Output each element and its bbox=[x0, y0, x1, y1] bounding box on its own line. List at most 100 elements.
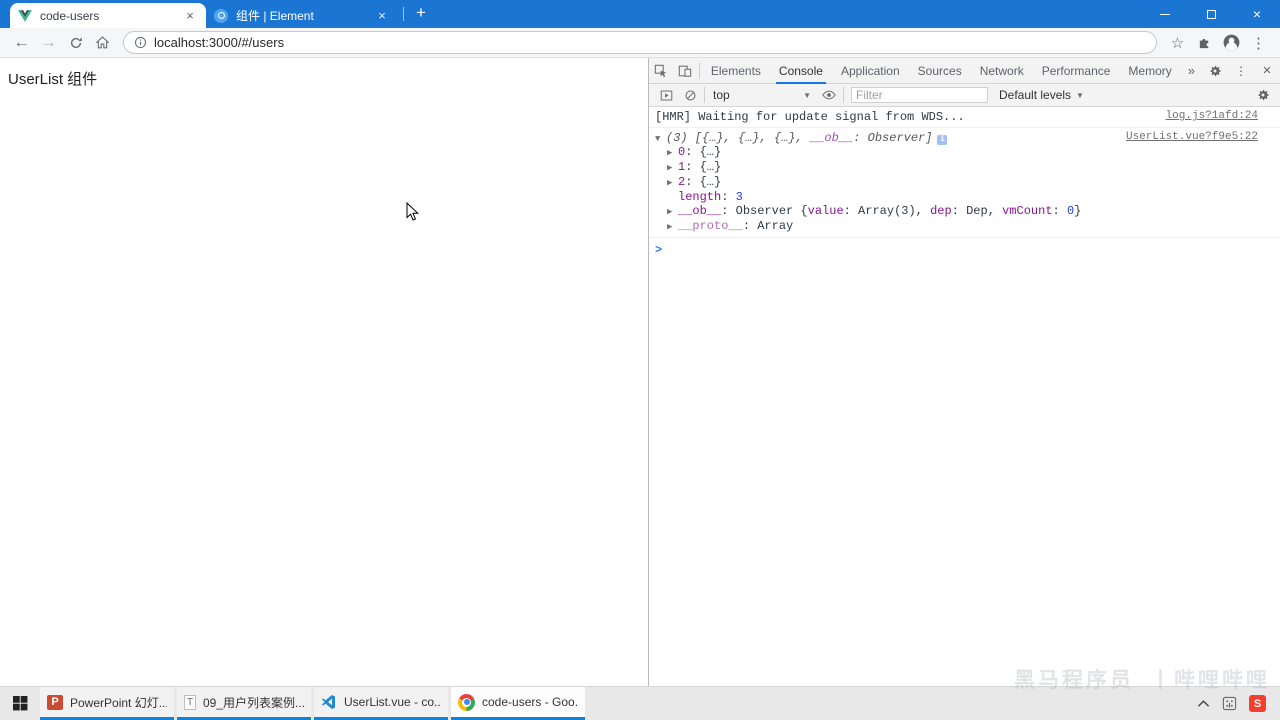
console-token: {…} bbox=[699, 175, 722, 189]
taskbar-item-powerpoint[interactable]: P PowerPoint 幻灯... bbox=[40, 687, 174, 720]
taskbar-item-label: 09_用户列表案例.... bbox=[203, 695, 304, 710]
browser-tab-code-users[interactable]: code-users × bbox=[10, 3, 206, 28]
console-token: : bbox=[685, 175, 700, 189]
console-token: __proto__ bbox=[678, 219, 743, 233]
console-token: __ob__ bbox=[810, 131, 854, 145]
taskbar-item-vscode[interactable]: UserList.vue - co... bbox=[314, 687, 448, 720]
windows-taskbar: P PowerPoint 幻灯... T 09_用户列表案例.... UserList.… bbox=[0, 686, 1280, 720]
devtools-tab-network[interactable]: Network bbox=[971, 58, 1033, 83]
new-tab-button[interactable]: + bbox=[409, 2, 433, 26]
inspect-element-icon[interactable] bbox=[649, 58, 673, 83]
expand-arrow-icon[interactable]: ▶ bbox=[667, 205, 678, 219]
browser-menu-icon[interactable]: ⋮ bbox=[1245, 30, 1272, 56]
tray-chevron-up-icon[interactable] bbox=[1197, 699, 1210, 708]
expand-arrow-icon[interactable]: ▼ bbox=[655, 134, 666, 144]
more-panels-button[interactable]: » bbox=[1181, 63, 1202, 78]
back-button[interactable]: ← bbox=[8, 30, 35, 56]
powerpoint-icon: P bbox=[47, 694, 63, 710]
home-button[interactable] bbox=[89, 30, 116, 56]
window-controls: × bbox=[1142, 0, 1280, 28]
console-property-row: length: 3 bbox=[667, 190, 1258, 204]
console-token: value bbox=[807, 204, 844, 218]
toolbar-separator bbox=[704, 87, 705, 103]
taskbar-item-textfile[interactable]: T 09_用户列表案例.... bbox=[177, 687, 311, 720]
console-token: length bbox=[678, 190, 722, 204]
console-filter-input[interactable] bbox=[851, 87, 988, 103]
taskbar-item-label: PowerPoint 幻灯... bbox=[70, 695, 167, 710]
vue-logo-icon bbox=[18, 9, 32, 22]
console-token: vmCount bbox=[1002, 204, 1053, 218]
chrome-icon bbox=[458, 693, 475, 711]
tab-close-icon[interactable]: × bbox=[182, 8, 198, 24]
devtools-tab-memory[interactable]: Memory bbox=[1119, 58, 1180, 83]
chevron-down-icon: ▼ bbox=[803, 90, 811, 100]
console-token: {…} bbox=[699, 145, 722, 159]
devtools-tab-console[interactable]: Console bbox=[770, 58, 832, 84]
devtools-settings-gear-icon[interactable] bbox=[1202, 64, 1228, 78]
device-toolbar-icon[interactable] bbox=[673, 58, 697, 83]
console-property-row[interactable]: ▶ 1: {…} bbox=[667, 160, 1258, 175]
console-property-row[interactable]: ▶ 2: {…} bbox=[667, 175, 1258, 190]
console-token: 3 bbox=[735, 190, 743, 204]
extensions-puzzle-icon[interactable] bbox=[1191, 30, 1218, 56]
maximize-button[interactable] bbox=[1188, 0, 1234, 28]
element-logo-icon bbox=[214, 8, 228, 23]
console-token: dep bbox=[930, 204, 952, 218]
log-levels-dropdown[interactable]: Default levels ▼ bbox=[993, 88, 1090, 102]
live-expression-eye-icon[interactable] bbox=[817, 88, 841, 102]
expand-arrow-icon[interactable]: ▶ bbox=[667, 176, 678, 190]
page-info-icon[interactable] bbox=[134, 36, 147, 49]
console-property-row[interactable]: ▶ 0: {…} bbox=[667, 145, 1258, 160]
source-link[interactable]: log.js?1afd:24 bbox=[1166, 110, 1258, 122]
log-text: [HMR] Waiting for update signal from WDS… bbox=[655, 110, 965, 124]
console-token: : Dep, bbox=[951, 204, 1003, 218]
clear-console-icon[interactable] bbox=[678, 89, 702, 102]
minimize-button[interactable] bbox=[1142, 0, 1188, 28]
context-label: top bbox=[713, 88, 730, 102]
browser-tab-element[interactable]: 组件 | Element × bbox=[206, 3, 398, 28]
sogou-input-icon[interactable]: S bbox=[1249, 695, 1266, 712]
ime-indicator-icon[interactable] bbox=[1222, 696, 1237, 711]
refresh-button[interactable] bbox=[62, 30, 89, 56]
devtools-tab-elements[interactable]: Elements bbox=[702, 58, 770, 83]
console-token: : bbox=[721, 190, 736, 204]
start-button[interactable] bbox=[0, 687, 40, 720]
preview-tokens: (3) [{…}, {…}, {…}, __ob__: Observer] bbox=[666, 131, 932, 145]
url-text: localhost:3000/#/users bbox=[154, 35, 285, 50]
expand-arrow-icon[interactable]: ▶ bbox=[667, 146, 678, 160]
taskbar-item-chrome[interactable]: code-users - Goo... bbox=[451, 687, 585, 720]
devtools-tab-sources[interactable]: Sources bbox=[909, 58, 971, 83]
expand-arrow-icon[interactable]: ▶ bbox=[667, 161, 678, 175]
windows-logo-icon bbox=[12, 696, 27, 711]
minimize-icon bbox=[1160, 13, 1170, 15]
levels-label: Default levels bbox=[999, 88, 1072, 102]
console-prompt[interactable]: > bbox=[649, 238, 1280, 262]
page-viewport: UserList 组件 bbox=[0, 58, 648, 686]
expand-arrow-icon[interactable]: ▶ bbox=[667, 220, 678, 234]
forward-button[interactable]: → bbox=[35, 30, 62, 56]
mouse-cursor bbox=[406, 202, 419, 221]
source-link[interactable]: UserList.vue?f9e5:22 bbox=[1126, 131, 1258, 143]
console-sidebar-toggle-icon[interactable] bbox=[654, 89, 678, 102]
close-button[interactable]: × bbox=[1234, 0, 1280, 28]
execution-context-dropdown[interactable]: top ▼ bbox=[707, 88, 817, 102]
console-message-array: ▼ (3) [{…}, {…}, {…}, __ob__: Observer] i … bbox=[649, 128, 1280, 238]
console-token: } bbox=[1074, 204, 1082, 218]
console-token: Observer { bbox=[735, 204, 808, 218]
console-property-row[interactable]: ▶ __proto__: Array bbox=[667, 219, 1258, 234]
devtools-tab-application[interactable]: Application bbox=[832, 58, 909, 83]
text-file-icon: T bbox=[184, 694, 196, 710]
array-preview[interactable]: ▼ (3) [{…}, {…}, {…}, __ob__: Observer] i bbox=[655, 131, 1114, 145]
profile-avatar-icon[interactable] bbox=[1218, 30, 1245, 56]
console-token: __ob__ bbox=[678, 204, 722, 218]
console-settings-gear-icon[interactable] bbox=[1251, 88, 1275, 102]
address-bar[interactable]: localhost:3000/#/users bbox=[123, 31, 1157, 54]
tab-close-icon[interactable]: × bbox=[374, 8, 390, 24]
devtools-close-icon[interactable]: × bbox=[1254, 62, 1280, 79]
devtools-menu-icon[interactable]: ⋮ bbox=[1228, 64, 1254, 78]
devtools-tab-performance[interactable]: Performance bbox=[1033, 58, 1120, 83]
console-group-children: ▶ 0: {…} ▶ 1: {…} ▶ 2: {…} length: 3 ▶ __ob__: O… bbox=[655, 145, 1258, 234]
console-token: (3) [{…}, {…}, {…}, bbox=[666, 131, 811, 145]
bookmark-star-icon[interactable]: ☆ bbox=[1164, 30, 1191, 56]
console-property-row[interactable]: ▶ __ob__: Observer {value: Array(3), dep:… bbox=[667, 204, 1258, 219]
